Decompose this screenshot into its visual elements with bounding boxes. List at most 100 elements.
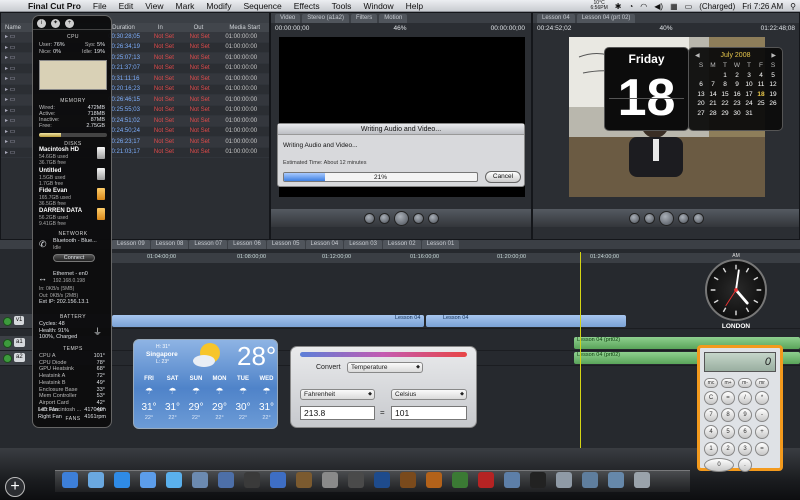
sequence-tab[interactable]: Lesson 09 xyxy=(112,240,150,249)
from-value-input[interactable]: 213.8 xyxy=(300,406,375,420)
canvas-current-timecode[interactable]: 01:22:48;08 xyxy=(761,25,795,35)
col-out[interactable]: Out xyxy=(190,25,226,31)
canvas-play-around-button[interactable] xyxy=(677,212,689,224)
dock-app-icon[interactable] xyxy=(504,472,520,488)
calculator-key[interactable]: 9 xyxy=(738,408,752,422)
calculator-key[interactable]: * xyxy=(755,391,769,405)
dock-app-icon[interactable] xyxy=(244,472,260,488)
calculator-key[interactable]: 1 xyxy=(704,442,718,456)
col-duration[interactable]: Duration xyxy=(108,25,154,31)
flag-icon[interactable]: ▦ xyxy=(670,2,678,11)
calculator-key[interactable]: m- xyxy=(738,378,752,388)
info-icon[interactable]: i xyxy=(37,19,46,28)
volume-icon[interactable]: ◀) xyxy=(654,2,663,11)
sequence-tab[interactable]: Lesson 03 xyxy=(344,240,382,249)
menu-edit[interactable]: Edit xyxy=(113,1,140,11)
battery-icon[interactable]: ▭ xyxy=(685,2,693,11)
dock-app-icon[interactable] xyxy=(114,472,130,488)
menu-effects[interactable]: Effects xyxy=(288,1,326,11)
tab-stereo[interactable]: Stereo (a1a2) xyxy=(302,13,349,23)
menubar-weather[interactable]: 10°C 6:56PM xyxy=(591,1,608,11)
dock-app-icon[interactable] xyxy=(218,472,234,488)
category-select[interactable]: Temperature xyxy=(347,362,423,373)
calculator-key[interactable]: - xyxy=(755,408,769,422)
connect-button[interactable]: Connect xyxy=(53,254,95,262)
next-month-icon[interactable]: ▶ xyxy=(771,52,776,59)
sequence-tab[interactable]: Lesson 01 xyxy=(421,240,460,249)
timeline-ruler[interactable]: 01:04:00;00 01:08:00;00 01:12:00;00 01:1… xyxy=(112,253,800,263)
viewer-prev-edit-button[interactable] xyxy=(363,212,375,224)
dock-app-icon[interactable] xyxy=(530,472,546,488)
col-in[interactable]: In xyxy=(154,25,190,31)
calendar-day-widget[interactable]: Friday 18 xyxy=(604,47,689,131)
viewer-play-button[interactable] xyxy=(393,210,409,226)
track-label[interactable]: v1 xyxy=(14,316,25,325)
sequence-tab[interactable]: Lesson 07 xyxy=(189,240,228,249)
viewer-play-around-button[interactable] xyxy=(412,212,424,224)
calculator-key[interactable]: 7 xyxy=(704,408,718,422)
dock-app-icon[interactable] xyxy=(582,472,598,488)
track-label[interactable]: a1 xyxy=(14,338,25,347)
track-visibility-toggle[interactable] xyxy=(3,317,12,326)
world-clock-widget[interactable]: AM LONDON xyxy=(703,253,769,331)
viewer-current-timecode[interactable]: 00:00:00;00 xyxy=(491,25,525,35)
dock-app-icon[interactable] xyxy=(374,472,390,488)
canvas-duration-timecode[interactable]: 00:24:52;02 xyxy=(537,25,571,35)
menu-app[interactable]: Final Cut Pro xyxy=(22,1,87,11)
sequence-tab[interactable]: Lesson 05 xyxy=(266,240,305,249)
dock-app-icon[interactable] xyxy=(296,472,312,488)
menu-sequence[interactable]: Sequence xyxy=(237,1,287,11)
canvas-prev-edit-button[interactable] xyxy=(628,212,640,224)
dock-app-icon[interactable] xyxy=(348,472,364,488)
menu-modify[interactable]: Modify xyxy=(200,1,237,11)
calculator-key[interactable]: mc xyxy=(704,378,718,388)
from-unit-select[interactable]: Fahrenheit xyxy=(300,389,375,400)
canvas-zoom[interactable]: 40% xyxy=(659,25,672,35)
track-label[interactable]: a2 xyxy=(14,353,25,362)
calculator-key[interactable]: + xyxy=(755,425,769,439)
menu-window[interactable]: Window xyxy=(357,1,399,11)
tab-filters[interactable]: Filters xyxy=(350,13,378,23)
calculator-key[interactable]: 6 xyxy=(738,425,752,439)
sequence-tab[interactable]: Lesson 02 xyxy=(382,240,421,249)
viewer-zoom[interactable]: 46% xyxy=(393,25,406,35)
to-value-input[interactable]: 101 xyxy=(391,406,467,420)
weather-widget[interactable]: H: 31° Singapore L: 23° 28° FRI ☂ 31° 22° SA… xyxy=(133,339,278,429)
tab-video[interactable]: Video xyxy=(275,13,301,23)
time-machine-icon[interactable]: ◔ xyxy=(628,2,633,11)
calculator-key[interactable]: / xyxy=(738,391,752,405)
tab-lesson-04-prt02[interactable]: Lesson 04 (prt 02) xyxy=(576,13,636,23)
calculator-key[interactable]: 2 xyxy=(721,442,735,456)
menu-help[interactable]: Help xyxy=(400,1,429,11)
gear-icon[interactable]: ✦ xyxy=(51,19,60,28)
add-icon[interactable]: + xyxy=(65,19,74,28)
calculator-key[interactable]: . xyxy=(738,458,752,472)
timeline-playhead[interactable] xyxy=(580,252,581,448)
sequence-tab[interactable]: Lesson 08 xyxy=(150,240,189,249)
cancel-button[interactable]: Cancel xyxy=(485,171,521,183)
dock-app-icon[interactable] xyxy=(88,472,104,488)
calculator-key[interactable]: 5 xyxy=(721,425,735,439)
to-unit-select[interactable]: Celsius xyxy=(391,389,467,400)
col-media-start[interactable]: Media Start xyxy=(225,25,269,31)
dock-app-icon[interactable] xyxy=(166,472,182,488)
canvas-play-button[interactable] xyxy=(658,210,674,226)
bluetooth-icon[interactable]: ✱ xyxy=(615,2,622,11)
calculator-key[interactable]: 4 xyxy=(704,425,718,439)
canvas-play-in-out-button[interactable] xyxy=(643,212,655,224)
dock-app-icon[interactable] xyxy=(270,472,286,488)
viewer-duration-timecode[interactable]: 00:00:00;00 xyxy=(275,25,309,35)
menu-file[interactable]: File xyxy=(87,1,113,11)
dock-app-icon[interactable] xyxy=(400,472,416,488)
sequence-tab[interactable]: Lesson 06 xyxy=(228,240,266,249)
dock-app-icon[interactable] xyxy=(62,472,78,488)
calculator-key[interactable]: 3 xyxy=(738,442,752,456)
video-clip[interactable]: Lesson 04 xyxy=(112,315,424,327)
tab-lesson-04[interactable]: Lesson 04 xyxy=(537,13,575,23)
dock-app-icon[interactable] xyxy=(556,472,572,488)
dock-app-icon[interactable] xyxy=(478,472,494,488)
dock-app-icon[interactable] xyxy=(634,472,650,488)
dock-app-icon[interactable] xyxy=(140,472,156,488)
calculator-key[interactable]: = xyxy=(755,442,769,456)
calculator-key[interactable]: 8 xyxy=(721,408,735,422)
